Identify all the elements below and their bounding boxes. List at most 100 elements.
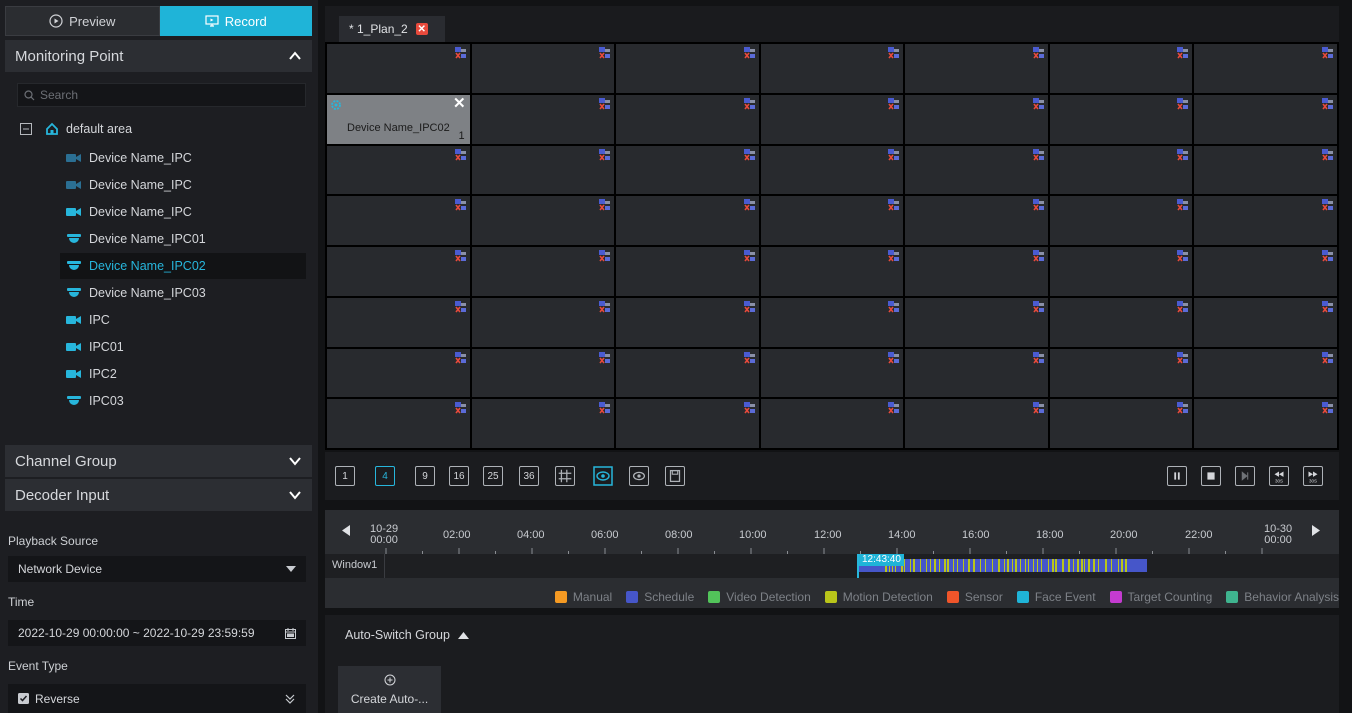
video-window[interactable] bbox=[760, 44, 904, 93]
video-window[interactable] bbox=[905, 94, 1048, 144]
event-type-select[interactable]: Reverse bbox=[8, 684, 306, 713]
video-window[interactable] bbox=[760, 247, 904, 296]
video-window[interactable] bbox=[1049, 94, 1193, 144]
video-window[interactable] bbox=[471, 247, 615, 296]
video-window[interactable] bbox=[1194, 399, 1337, 448]
video-window[interactable] bbox=[760, 399, 904, 448]
video-window[interactable] bbox=[1049, 399, 1193, 448]
pause-button[interactable] bbox=[1167, 466, 1187, 486]
time-range-field[interactable]: 2022-10-29 00:00:00 ~ 2022-10-29 23:59:5… bbox=[8, 620, 306, 646]
timeline-next-icon[interactable] bbox=[1312, 525, 1320, 536]
video-window[interactable] bbox=[1194, 297, 1337, 347]
video-window[interactable] bbox=[616, 145, 759, 195]
tree-device-item[interactable]: Device Name_IPC03 bbox=[66, 280, 206, 306]
tree-device-item[interactable]: Device Name_IPC02 bbox=[60, 253, 306, 279]
video-window[interactable] bbox=[1194, 44, 1337, 93]
tree-device-item[interactable]: Device Name_IPC bbox=[66, 145, 192, 171]
auto-switch-header[interactable]: Auto-Switch Group bbox=[345, 628, 469, 642]
video-window[interactable] bbox=[471, 399, 615, 448]
checkbox-checked-icon[interactable] bbox=[18, 693, 29, 704]
view-active-button[interactable] bbox=[593, 466, 613, 486]
video-window[interactable] bbox=[905, 145, 1048, 195]
playback-source-select[interactable]: Network Device bbox=[8, 556, 306, 582]
split-36-button[interactable]: 36 bbox=[519, 466, 539, 486]
tree-area-default[interactable]: default area bbox=[20, 116, 132, 142]
video-window[interactable] bbox=[327, 348, 470, 398]
video-window[interactable] bbox=[616, 297, 759, 347]
video-window[interactable] bbox=[905, 196, 1048, 245]
video-window[interactable] bbox=[327, 44, 470, 93]
search-input[interactable] bbox=[40, 88, 290, 102]
split-9-button[interactable]: 9 bbox=[415, 466, 435, 486]
video-window[interactable] bbox=[616, 247, 759, 296]
video-window[interactable] bbox=[616, 348, 759, 398]
video-window[interactable] bbox=[616, 196, 759, 245]
video-window[interactable] bbox=[616, 44, 759, 93]
custom-layout-button[interactable] bbox=[555, 466, 575, 486]
split-16-button[interactable]: 16 bbox=[449, 466, 469, 486]
plan-tab[interactable]: * 1_Plan_2 ✕ bbox=[339, 16, 445, 42]
video-window[interactable] bbox=[471, 94, 615, 144]
tree-device-item[interactable]: IPC2 bbox=[66, 361, 117, 387]
video-window[interactable] bbox=[1049, 196, 1193, 245]
video-window[interactable] bbox=[760, 145, 904, 195]
reverse-option[interactable]: Reverse bbox=[18, 692, 80, 706]
double-chevron-down-icon[interactable] bbox=[284, 693, 296, 705]
tree-device-item[interactable]: Device Name_IPC01 bbox=[66, 226, 206, 252]
create-auto-switch-button[interactable]: Create Auto-... bbox=[338, 666, 441, 713]
timeline-window-row[interactable]: Window1 12:43:40 bbox=[325, 554, 1339, 578]
monitoring-point-header[interactable]: Monitoring Point bbox=[5, 40, 312, 72]
decoder-input-header[interactable]: Decoder Input bbox=[5, 479, 312, 511]
video-window[interactable] bbox=[327, 247, 470, 296]
video-window[interactable] bbox=[1194, 94, 1337, 144]
video-window[interactable] bbox=[471, 297, 615, 347]
video-window[interactable] bbox=[1194, 196, 1337, 245]
timeline-prev-icon[interactable] bbox=[342, 525, 350, 536]
video-window[interactable] bbox=[905, 247, 1048, 296]
next-frame-button[interactable] bbox=[1235, 466, 1255, 486]
video-window[interactable] bbox=[905, 348, 1048, 398]
rewind-30s-button[interactable]: 30S bbox=[1269, 466, 1289, 486]
video-window[interactable] bbox=[905, 44, 1048, 93]
plan-tab-close-icon[interactable]: ✕ bbox=[415, 23, 428, 35]
split-25-button[interactable]: 25 bbox=[483, 466, 503, 486]
close-window-icon[interactable]: ✕ bbox=[453, 96, 466, 111]
split-4-button[interactable]: 4 bbox=[375, 466, 395, 486]
settings-gear-icon[interactable] bbox=[330, 99, 342, 111]
save-button[interactable] bbox=[665, 466, 685, 486]
forward-30s-button[interactable]: 30S bbox=[1303, 466, 1323, 486]
video-window-occupied[interactable]: ✕ Device Name_IPC02 1 bbox=[327, 94, 470, 144]
video-window[interactable] bbox=[327, 297, 470, 347]
calendar-icon[interactable] bbox=[285, 627, 296, 639]
stop-button[interactable] bbox=[1201, 466, 1221, 486]
video-window[interactable] bbox=[471, 44, 615, 93]
video-window[interactable] bbox=[1194, 145, 1337, 195]
tree-device-item[interactable]: IPC03 bbox=[66, 388, 124, 414]
video-window[interactable] bbox=[1049, 247, 1193, 296]
split-1-button[interactable]: 1 bbox=[335, 466, 355, 486]
tab-record[interactable]: Record bbox=[159, 6, 312, 36]
tree-device-item[interactable]: IPC01 bbox=[66, 334, 124, 360]
video-window[interactable] bbox=[760, 94, 904, 144]
video-window[interactable] bbox=[905, 399, 1048, 448]
video-window[interactable] bbox=[616, 399, 759, 448]
tree-device-item[interactable]: Device Name_IPC bbox=[66, 199, 192, 225]
video-window[interactable] bbox=[471, 145, 615, 195]
tab-preview[interactable]: Preview bbox=[5, 6, 160, 36]
video-window[interactable] bbox=[1049, 44, 1193, 93]
video-window[interactable] bbox=[1194, 348, 1337, 398]
channel-group-header[interactable]: Channel Group bbox=[5, 445, 312, 477]
video-window[interactable] bbox=[760, 196, 904, 245]
video-window[interactable] bbox=[327, 145, 470, 195]
tree-device-item[interactable]: Device Name_IPC bbox=[66, 172, 192, 198]
video-window[interactable] bbox=[471, 348, 615, 398]
video-window[interactable] bbox=[327, 399, 470, 448]
collapse-square-icon[interactable] bbox=[20, 123, 32, 135]
video-window[interactable] bbox=[471, 196, 615, 245]
video-window[interactable] bbox=[760, 348, 904, 398]
video-window[interactable] bbox=[760, 297, 904, 347]
tree-device-item[interactable]: IPC bbox=[66, 307, 110, 333]
video-window[interactable] bbox=[327, 196, 470, 245]
video-window[interactable] bbox=[616, 94, 759, 144]
video-window[interactable] bbox=[1049, 348, 1193, 398]
